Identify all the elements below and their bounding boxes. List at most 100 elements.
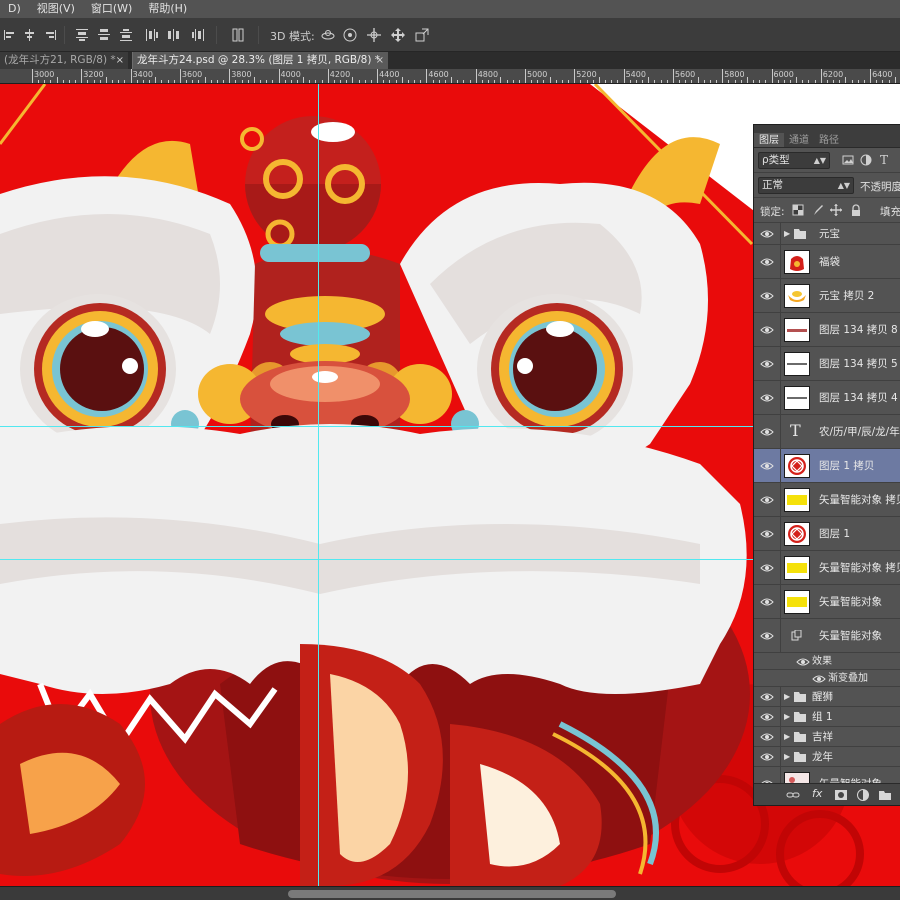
distribute-left-icon[interactable] xyxy=(144,27,160,43)
eye-icon[interactable] xyxy=(760,692,774,702)
eye-icon[interactable] xyxy=(812,674,826,683)
ruler-tick xyxy=(648,77,650,83)
3d-rotate-icon[interactable] xyxy=(320,27,336,43)
distribute-bottom-icon[interactable] xyxy=(118,27,134,43)
ruler-tick xyxy=(728,80,730,83)
fx-icon[interactable]: fx xyxy=(812,787,822,800)
align-center-icon[interactable] xyxy=(22,27,38,43)
ruler-tick xyxy=(876,80,878,83)
link-icon[interactable] xyxy=(786,788,800,802)
layer-thumbnail xyxy=(784,488,810,512)
lock-all-icon[interactable] xyxy=(850,204,862,216)
ruler-tick xyxy=(586,80,588,83)
chevron-right-icon[interactable]: ▶ xyxy=(784,229,790,238)
close-icon[interactable]: × xyxy=(116,52,124,69)
chevron-right-icon[interactable]: ▶ xyxy=(784,752,790,761)
layer-filter-select[interactable]: ρ类型 ▲▼ xyxy=(758,152,830,169)
layer-item[interactable]: 矢量智能对象 拷贝 xyxy=(754,483,900,517)
eye-icon[interactable] xyxy=(760,732,774,742)
type-filter-icon[interactable]: T xyxy=(880,154,892,166)
eye-icon[interactable] xyxy=(760,461,774,471)
eye-icon[interactable] xyxy=(760,597,774,607)
distribute-top-icon[interactable] xyxy=(74,27,90,43)
layer-item[interactable]: 图层 134 拷贝 5 xyxy=(754,347,900,381)
eye-icon[interactable] xyxy=(760,291,774,301)
eye-icon[interactable] xyxy=(760,563,774,573)
lock-transparency-icon[interactable] xyxy=(792,204,804,216)
layer-item[interactable]: 元宝 拷贝 2 xyxy=(754,279,900,313)
image-filter-icon[interactable] xyxy=(842,154,854,166)
auto-align-icon[interactable] xyxy=(230,27,246,43)
eye-icon[interactable] xyxy=(796,657,810,666)
panel-header[interactable] xyxy=(754,125,900,133)
adjustment-filter-icon[interactable] xyxy=(860,154,872,166)
align-right-icon[interactable] xyxy=(42,27,58,43)
tab-paths[interactable]: 路径 xyxy=(814,133,844,147)
eye-icon[interactable] xyxy=(760,257,774,267)
3d-slide-icon[interactable] xyxy=(390,27,406,43)
layer-name: 组 1 xyxy=(812,711,833,723)
layer-item-selected[interactable]: 图层 1 拷贝 xyxy=(754,449,900,483)
adjustment-layer-icon[interactable] xyxy=(856,788,870,802)
eye-icon[interactable] xyxy=(760,631,774,641)
tab-layers[interactable]: 图层 xyxy=(754,133,784,147)
menu-item-view[interactable]: 视图(V) xyxy=(29,0,83,18)
layer-item[interactable]: 图层 134 拷贝 8 xyxy=(754,313,900,347)
distribute-vcenter-icon[interactable] xyxy=(96,27,112,43)
eye-icon[interactable] xyxy=(760,752,774,762)
layer-group[interactable]: ▶ 龙年 xyxy=(754,747,900,767)
lock-pixels-icon[interactable] xyxy=(812,204,824,216)
tab-dragon-year-24[interactable]: 龙年斗方24.psd @ 28.3% (图层 1 拷贝, RGB/8) * × xyxy=(132,52,388,69)
eye-icon[interactable] xyxy=(760,495,774,505)
chevron-right-icon[interactable]: ▶ xyxy=(784,712,790,721)
menu-item-help[interactable]: 帮助(H) xyxy=(140,0,195,18)
layer-item[interactable]: 矢量智能对象 拷贝 xyxy=(754,551,900,585)
eye-icon[interactable] xyxy=(760,359,774,369)
3d-roll-icon[interactable] xyxy=(342,27,358,43)
horizontal-scrollbar[interactable] xyxy=(0,886,900,900)
menu-item-cut-off[interactable]: D) xyxy=(0,0,29,18)
ruler-tick xyxy=(370,80,372,83)
menu-item-window[interactable]: 窗口(W) xyxy=(83,0,140,18)
ruler-label: 6400 xyxy=(872,70,893,79)
tab-dragon-year-21[interactable]: (龙年斗方21, RGB/8) * × xyxy=(0,52,128,69)
effect-item[interactable]: 渐变叠加 xyxy=(754,670,900,687)
layer-group[interactable]: ▶ 吉祥 xyxy=(754,727,900,747)
blend-row: 正常 ▲▼ 不透明度 xyxy=(754,173,900,198)
3d-drag-icon[interactable] xyxy=(366,27,382,43)
align-left-icon[interactable] xyxy=(2,27,18,43)
layer-name: 矢量智能对象 xyxy=(819,630,882,642)
eye-icon[interactable] xyxy=(760,229,774,239)
eye-icon[interactable] xyxy=(760,529,774,539)
layer-item[interactable]: 福袋 xyxy=(754,245,900,279)
eye-icon[interactable] xyxy=(760,393,774,403)
chevron-right-icon[interactable]: ▶ xyxy=(784,732,790,741)
ruler-tick xyxy=(574,69,576,83)
horizontal-ruler[interactable]: 3000 3200 3400 3600 3800 4000 4200 4400 4600 4800… xyxy=(0,69,900,84)
distribute-hcenter-icon[interactable] xyxy=(166,27,182,43)
scrollbar-thumb[interactable] xyxy=(288,890,616,898)
layer-item[interactable]: 矢量智能对象 xyxy=(754,585,900,619)
effects-header[interactable]: 效果 xyxy=(754,653,900,670)
layer-group[interactable]: ▶ 醒狮 xyxy=(754,687,900,707)
layer-item[interactable]: 图层 1 xyxy=(754,517,900,551)
tab-channels[interactable]: 通道 xyxy=(784,133,814,147)
layer-item[interactable]: 矢量智能对象 xyxy=(754,619,900,653)
3d-scale-icon[interactable] xyxy=(414,27,430,43)
close-icon[interactable]: × xyxy=(376,52,384,69)
blend-mode-select[interactable]: 正常 ▲▼ xyxy=(758,177,854,194)
mask-icon[interactable] xyxy=(834,788,848,802)
distribute-right-icon[interactable] xyxy=(190,27,206,43)
lock-position-icon[interactable] xyxy=(830,204,842,216)
eye-icon[interactable] xyxy=(760,325,774,335)
layer-group[interactable]: ▶ 组 1 xyxy=(754,707,900,727)
layer-item[interactable]: T 农/历/甲/辰/龙/年 xyxy=(754,415,900,449)
folder-icon[interactable] xyxy=(878,788,892,802)
ruler-tick xyxy=(488,80,490,83)
guide-vertical[interactable] xyxy=(318,84,319,886)
layer-item[interactable]: ▶ 元宝 xyxy=(754,223,900,245)
layer-item[interactable]: 图层 134 拷贝 4 xyxy=(754,381,900,415)
chevron-right-icon[interactable]: ▶ xyxy=(784,692,790,701)
eye-icon[interactable] xyxy=(760,427,774,437)
eye-icon[interactable] xyxy=(760,712,774,722)
